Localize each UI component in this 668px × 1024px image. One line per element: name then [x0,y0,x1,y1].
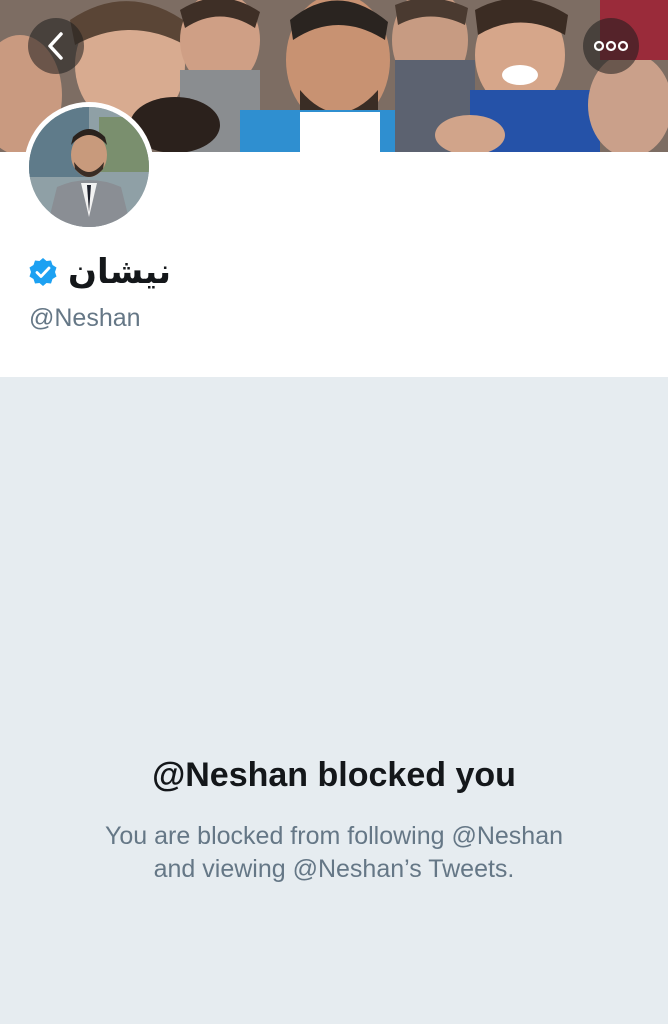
verified-badge-icon [29,258,57,286]
avatar-image [29,107,149,227]
profile-handle: @Neshan [29,304,141,332]
display-name-row: نيشان [28,250,171,294]
blocked-description: You are blocked from following @Neshan a… [60,820,608,886]
back-button[interactable] [28,18,84,74]
chevron-left-icon [48,32,63,60]
blocked-title: @Neshan blocked you [152,756,516,794]
avatar[interactable] [24,102,154,232]
blocked-description-line-2: and viewing @Neshan’s Tweets. [153,855,515,883]
blocked-description-line-1: You are blocked from following @Neshan [104,822,564,850]
display-name: نيشان [68,252,172,292]
more-dots-icon [594,40,628,52]
profile-page: نيشان @Neshan @Neshan blocked you You ar… [0,0,668,1024]
more-options-button[interactable] [583,18,639,74]
